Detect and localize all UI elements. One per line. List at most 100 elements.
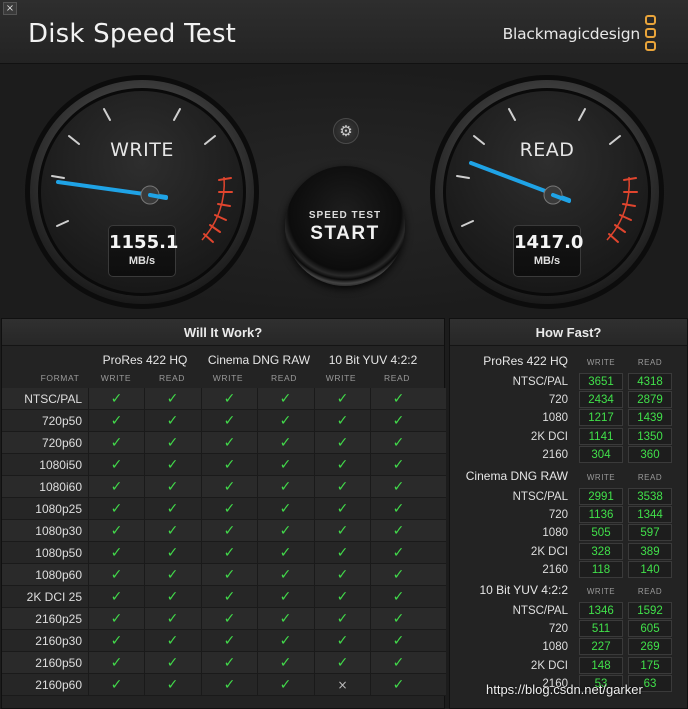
resolution-label: NTSC/PAL — [512, 491, 568, 503]
read-speed-unit: MB/s — [533, 255, 561, 267]
app-title: Disk Speed Test — [28, 19, 237, 49]
read-column-header: READ — [637, 473, 663, 482]
write-fps-value: 1346 — [579, 602, 623, 619]
write-fps-value: 2434 — [579, 391, 623, 409]
read-fps-value: 360 — [628, 445, 672, 463]
resolution-label: 2K DCI — [530, 659, 568, 672]
read-column-header: READ — [158, 373, 186, 383]
checkmark-icon: ✓ — [257, 520, 313, 542]
format-row: 2160p30 ✓ ✓ ✓ ✓ ✓ ✓ — [2, 630, 446, 652]
resolution-label: 1080 — [542, 527, 568, 540]
checkmark-icon: ✓ — [201, 608, 257, 630]
gear-icon: ⚙ — [339, 122, 353, 140]
format-label: 1080p50 — [35, 546, 82, 560]
checkmark-icon: ✓ — [257, 498, 313, 520]
checkmark-icon: ✓ — [201, 410, 257, 432]
write-fps-value: 3651 — [579, 373, 623, 390]
checkmark-icon: ✓ — [88, 432, 144, 454]
format-row: 720p50 ✓ ✓ ✓ ✓ ✓ ✓ — [2, 410, 446, 432]
write-fps-value: 2991 — [579, 488, 623, 505]
format-label: 1080p60 — [35, 568, 82, 582]
read-fps-value: 269 — [628, 638, 672, 656]
gauge-area: WRITE 1155.1 MB/s ⚙ SPEED TEST START REA… — [0, 64, 688, 318]
codec-headers: ProRes 422 HQ Cinema DNG RAW 10 Bit YUV … — [88, 353, 432, 371]
speed-row: NTSC/PAL 3651 4318 — [450, 373, 688, 391]
codec-header: 10 Bit YUV 4:2:2 — [328, 353, 418, 367]
checkmark-icon: ✓ — [314, 542, 370, 564]
write-column-header: WRITE — [586, 358, 616, 367]
write-column-header: WRITE — [586, 587, 616, 596]
checkmark-icon: ✓ — [370, 630, 426, 652]
checkmark-icon: ✓ — [88, 630, 144, 652]
checkmark-icon: ✓ — [314, 564, 370, 586]
checkmark-icon: ✓ — [144, 520, 200, 542]
checkmark-icon: ✓ — [144, 498, 200, 520]
checkmark-icon: ✓ — [144, 674, 200, 696]
resolution-label: 2K DCI — [530, 430, 568, 443]
checkmark-icon: ✓ — [144, 586, 200, 608]
format-row: 2K DCI 25 ✓ ✓ ✓ ✓ ✓ ✓ — [2, 586, 446, 608]
format-label: 1080p25 — [35, 502, 82, 516]
write-column-header: WRITE — [212, 373, 244, 383]
checkmark-icon: ✓ — [88, 410, 144, 432]
format-row: 1080p25 ✓ ✓ ✓ ✓ ✓ ✓ — [2, 498, 446, 520]
read-fps-value: 140 — [628, 560, 672, 578]
write-fps-value: 328 — [579, 542, 623, 560]
settings-button[interactable]: ⚙ — [333, 118, 359, 144]
speed-row: 1080 227 269 — [450, 638, 688, 656]
read-column-header: READ — [637, 358, 663, 367]
checkmark-icon: ✓ — [257, 432, 313, 454]
speed-row: 720 2434 2879 — [450, 391, 688, 409]
format-column-header: FORMAT — [40, 373, 80, 383]
checkmark-icon: ✓ — [88, 652, 144, 674]
checkmark-icon: ✓ — [144, 608, 200, 630]
read-fps-value: 1350 — [628, 427, 672, 445]
checkmark-icon: ✓ — [144, 432, 200, 454]
checkmark-icon: ✓ — [257, 652, 313, 674]
format-label: 720p50 — [41, 414, 82, 428]
checkmark-icon: ✓ — [257, 454, 313, 476]
format-label: 2160p50 — [35, 656, 82, 670]
checkmark-icon: ✓ — [257, 542, 313, 564]
format-row: 2160p25 ✓ ✓ ✓ ✓ ✓ ✓ — [2, 608, 446, 630]
format-label: 2K DCI 25 — [26, 590, 82, 604]
checkmark-icon: ✓ — [88, 476, 144, 498]
write-fps-value: 511 — [579, 620, 623, 638]
read-fps-value: 597 — [628, 524, 672, 542]
checkmark-icon: ✓ — [370, 542, 426, 564]
close-button[interactable]: × — [3, 2, 17, 15]
checkmark-icon: ✓ — [201, 542, 257, 564]
checkmark-icon: ✓ — [144, 410, 200, 432]
read-fps-value: 4318 — [628, 373, 672, 390]
checkmark-icon: ✓ — [370, 454, 426, 476]
write-fps-value: 505 — [579, 524, 623, 542]
read-fps-value: 1344 — [628, 506, 672, 524]
speed-row: 1080 505 597 — [450, 524, 688, 542]
checkmark-icon: ✓ — [201, 564, 257, 586]
write-fps-value: 227 — [579, 638, 623, 656]
write-fps-value: 1217 — [579, 409, 623, 427]
write-column-header: WRITE — [325, 373, 357, 383]
checkmark-icon: ✓ — [257, 630, 313, 652]
checkmark-icon: ✓ — [257, 476, 313, 498]
write-gauge: WRITE 1155.1 MB/s — [24, 74, 260, 310]
write-readout: 1155.1 MB/s — [108, 225, 178, 277]
resolution-label: 720 — [548, 509, 568, 522]
resolution-label: 720 — [548, 394, 568, 407]
checkmark-icon: ✓ — [88, 564, 144, 586]
speed-row: 2K DCI 328 389 — [450, 542, 688, 561]
speed-row: NTSC/PAL 1346 1592 — [450, 602, 688, 620]
format-label: 1080i50 — [39, 458, 82, 472]
codec-header: ProRes 422 HQ — [102, 353, 188, 367]
speed-row: 720 1136 1344 — [450, 506, 688, 524]
speed-row: NTSC/PAL 2991 3538 — [450, 488, 688, 506]
checkmark-icon: ✓ — [201, 520, 257, 542]
checkmark-icon: ✓ — [314, 520, 370, 542]
disk-speed-test-window: × Disk Speed Test Blackmagicdesign WRITE… — [0, 0, 688, 709]
checkmark-icon: ✓ — [257, 586, 313, 608]
checkmark-icon: ✓ — [314, 476, 370, 498]
read-fps-value: 605 — [628, 620, 672, 638]
format-rows: NTSC/PAL ✓ ✓ ✓ ✓ ✓ ✓ 720p50 ✓ ✓ ✓ ✓ ✓ ✓ 720p60 ✓ ✓ ✓ ✓ ✓ ✓ 10… — [2, 388, 446, 696]
how-fast-panel: How Fast? ProRes 422 HQ WRITE READ NTSC/PAL… — [449, 318, 688, 709]
start-button[interactable]: SPEED TEST START — [285, 166, 405, 286]
